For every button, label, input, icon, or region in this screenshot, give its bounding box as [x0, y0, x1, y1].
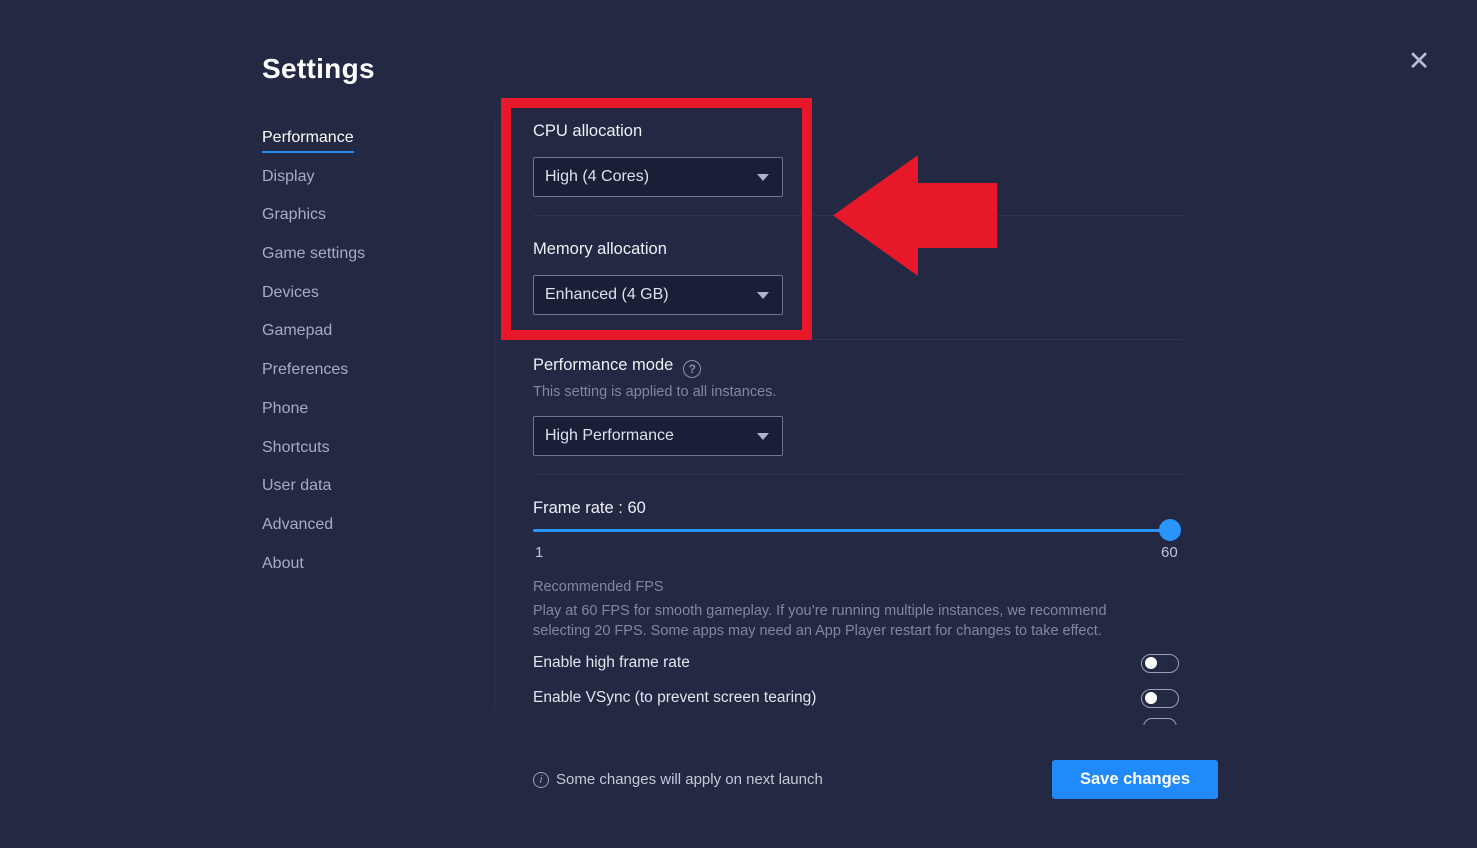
close-icon[interactable]: ✕ — [1402, 44, 1436, 78]
section-divider — [533, 215, 1183, 216]
vsync-label: Enable VSync (to prevent screen tearing) — [533, 689, 816, 707]
sidebar-item-label: Performance — [262, 129, 354, 153]
memory-allocation-dropdown[interactable]: Enhanced (4 GB) — [533, 275, 783, 315]
chevron-down-icon — [757, 174, 769, 181]
sidebar-item-label: Graphics — [262, 206, 326, 223]
frame-rate-max-label: 60 — [1161, 544, 1178, 561]
frame-rate-slider-track[interactable] — [533, 529, 1170, 532]
sidebar-item-display[interactable]: Display — [262, 168, 462, 207]
chevron-down-icon — [757, 292, 769, 299]
performance-mode-row: Performance mode? — [533, 356, 701, 378]
sidebar-item-label: Phone — [262, 400, 308, 417]
footer-note: i Some changes will apply on next launch — [533, 771, 823, 788]
sidebar-item-label: Shortcuts — [262, 439, 330, 456]
cpu-allocation-value: High (4 Cores) — [545, 168, 649, 186]
save-changes-button[interactable]: Save changes — [1052, 760, 1218, 799]
page-title: Settings — [262, 53, 375, 85]
sidebar-item-preferences[interactable]: Preferences — [262, 361, 462, 400]
sidebar-item-label: User data — [262, 477, 331, 494]
sidebar-item-advanced[interactable]: Advanced — [262, 516, 462, 555]
sidebar-item-label: About — [262, 555, 304, 572]
section-divider — [533, 339, 1183, 340]
high-frame-rate-label: Enable high frame rate — [533, 654, 690, 672]
sidebar-item-label: Advanced — [262, 516, 333, 533]
sidebar-item-label: Devices — [262, 284, 319, 301]
frame-rate-min-label: 1 — [535, 544, 543, 561]
sidebar-item-devices[interactable]: Devices — [262, 284, 462, 323]
performance-mode-label: Performance mode — [533, 356, 673, 374]
frame-rate-slider-knob[interactable] — [1159, 519, 1181, 541]
toggle-knob — [1145, 657, 1157, 669]
info-icon: i — [533, 772, 549, 788]
sidebar-item-label: Gamepad — [262, 322, 332, 339]
sidebar-item-label: Preferences — [262, 361, 348, 378]
chevron-down-icon — [757, 433, 769, 440]
recommended-fps-body: Play at 60 FPS for smooth gameplay. If y… — [533, 602, 1165, 641]
sidebar-item-performance[interactable]: Performance — [262, 129, 462, 168]
cpu-allocation-label: CPU allocation — [533, 122, 642, 141]
section-divider — [533, 474, 1183, 475]
partial-toggle[interactable] — [1143, 718, 1177, 725]
sidebar-item-phone[interactable]: Phone — [262, 400, 462, 439]
toggle-knob — [1145, 692, 1157, 704]
settings-sidebar: Performance Display Graphics Game settin… — [262, 129, 462, 593]
sidebar-item-graphics[interactable]: Graphics — [262, 206, 462, 245]
help-icon[interactable]: ? — [683, 360, 701, 378]
sidebar-item-user-data[interactable]: User data — [262, 477, 462, 516]
vsync-toggle[interactable] — [1141, 689, 1179, 708]
recommended-fps-title: Recommended FPS — [533, 579, 664, 595]
footer-note-text: Some changes will apply on next launch — [556, 771, 823, 788]
cpu-allocation-dropdown[interactable]: High (4 Cores) — [533, 157, 783, 197]
performance-mode-value: High Performance — [545, 427, 674, 445]
sidebar-item-label: Display — [262, 168, 314, 185]
sidebar-item-label: Game settings — [262, 245, 365, 262]
sidebar-item-about[interactable]: About — [262, 555, 462, 594]
performance-mode-dropdown[interactable]: High Performance — [533, 416, 783, 456]
sidebar-item-shortcuts[interactable]: Shortcuts — [262, 439, 462, 478]
memory-allocation-value: Enhanced (4 GB) — [545, 286, 669, 304]
high-frame-rate-toggle[interactable] — [1141, 654, 1179, 673]
sidebar-item-game-settings[interactable]: Game settings — [262, 245, 462, 284]
frame-rate-label: Frame rate : 60 — [533, 499, 646, 518]
memory-allocation-label: Memory allocation — [533, 240, 667, 259]
sidebar-item-gamepad[interactable]: Gamepad — [262, 322, 462, 361]
performance-mode-subtitle: This setting is applied to all instances… — [533, 384, 776, 400]
sidebar-divider — [494, 118, 495, 710]
